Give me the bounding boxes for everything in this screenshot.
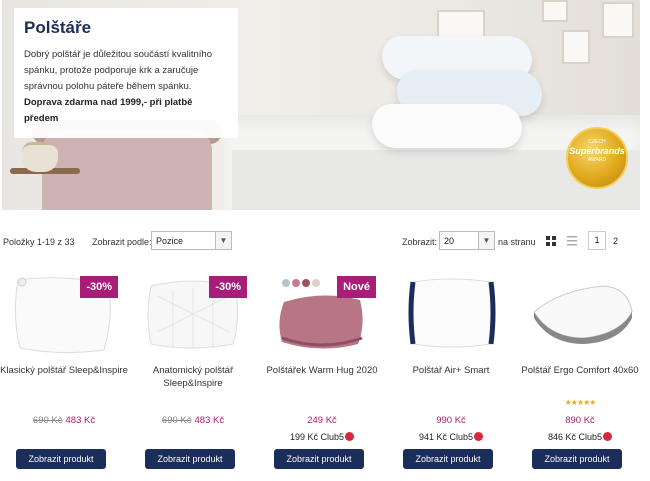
view-product-button[interactable]: Zobrazit produkt — [16, 449, 106, 469]
wall-picture — [542, 0, 568, 22]
hero-description: Dobrý polštář je důležitou součástí kval… — [24, 47, 228, 127]
badge-brand-text: Superbrands — [569, 146, 625, 156]
club-price: 199 Kč Club5 — [258, 432, 386, 442]
hero-text-box: Polštáře Dobrý polštář je důležitou souč… — [14, 8, 238, 138]
club5-icon — [474, 432, 484, 441]
discount-badge: -30% — [80, 276, 118, 298]
product-name[interactable]: Polštář Ergo Comfort 40x60 — [516, 364, 644, 377]
club5-icon — [603, 432, 613, 441]
product-price: 249 Kč — [307, 415, 337, 426]
grid-view-icon[interactable] — [546, 236, 556, 246]
new-badge: Nové — [337, 276, 376, 298]
sort-select-value: Pozice — [156, 236, 184, 246]
club5-icon — [345, 432, 355, 441]
product-price: 690 Kč 483 Kč — [129, 415, 257, 426]
limit-select-value: 20 — [444, 236, 455, 246]
chevron-down-icon: ▼ — [215, 232, 231, 249]
items-count: Položky 1-19 z 33 — [3, 237, 75, 247]
badge-bottom-text: AWARD — [587, 157, 607, 163]
product-price: 690 Kč 483 Kč — [0, 415, 128, 426]
chevron-down-icon: ▼ — [478, 232, 494, 249]
product-name[interactable]: Polštářek Warm Hug 2020 — [258, 364, 386, 377]
category-hero-banner: Polštáře Dobrý polštář je důležitou souč… — [2, 0, 640, 210]
page-current[interactable]: 1 — [588, 231, 606, 250]
current-price: 483 Kč — [194, 415, 225, 426]
discount-badge: -30% — [209, 276, 247, 298]
product-name[interactable]: Polštář Air+ Smart — [387, 364, 515, 377]
old-price: 690 Kč — [161, 415, 192, 426]
club-price-text: 941 Kč Club5 — [418, 432, 474, 442]
product-price: 890 Kč — [565, 415, 595, 426]
rating-stars: ★★★★★ — [564, 398, 597, 407]
superbrands-award-badge: CZECH Superbrands AWARD — [566, 127, 628, 189]
product-price: 990 Kč — [436, 415, 466, 426]
wall-picture — [562, 30, 590, 64]
current-price: 483 Kč — [65, 415, 96, 426]
page-link[interactable]: 2 — [613, 236, 618, 246]
pillow-image — [372, 104, 522, 148]
view-product-button[interactable]: Zobrazit produkt — [274, 449, 364, 469]
sort-label: Zobrazit podle: — [92, 237, 152, 247]
product-card[interactable]: Polštář Air+ Smart 990 Kč 941 Kč Club5 Z… — [387, 272, 515, 477]
limit-select[interactable]: 20 ▼ — [439, 231, 495, 250]
page-title: Polštáře — [24, 18, 92, 37]
view-product-button[interactable]: Zobrazit produkt — [145, 449, 235, 469]
hero-description-text: Dobrý polštář je důležitou součástí kval… — [24, 49, 212, 92]
wall-picture — [602, 2, 634, 38]
limit-suffix: na stranu — [498, 237, 536, 247]
product-image[interactable] — [391, 272, 511, 356]
product-card[interactable]: -30% Klasický polštář Sleep&Inspire 690 … — [0, 272, 128, 477]
view-product-button[interactable]: Zobrazit produkt — [532, 449, 622, 469]
product-name[interactable]: Anatomický polštář Sleep&Inspire — [129, 364, 257, 390]
product-image[interactable] — [520, 272, 640, 356]
product-name[interactable]: Klasický polštář Sleep&Inspire — [0, 364, 128, 377]
free-shipping-note: Doprava zdarma nad 1999,- při platbě pře… — [24, 97, 193, 124]
list-view-icon[interactable] — [567, 236, 577, 246]
vase-image — [22, 142, 58, 172]
club-price-text: 199 Kč Club5 — [289, 432, 345, 442]
limit-label: Zobrazit: — [402, 237, 438, 247]
product-card[interactable]: Nové Polštářek Warm Hug 2020 249 Kč 199 … — [258, 272, 386, 477]
club-price-text: 846 Kč Club5 — [547, 432, 603, 442]
club-price: 941 Kč Club5 — [387, 432, 515, 442]
product-card[interactable]: -30% Anatomický polštář Sleep&Inspire 69… — [129, 272, 257, 477]
old-price: 690 Kč — [32, 415, 63, 426]
club-price: 846 Kč Club5 — [516, 432, 644, 442]
sort-select[interactable]: Pozice ▼ — [151, 231, 232, 250]
product-card[interactable]: Polštář Ergo Comfort 40x60 ★★★★★ 890 Kč … — [516, 272, 644, 477]
view-product-button[interactable]: Zobrazit produkt — [403, 449, 493, 469]
